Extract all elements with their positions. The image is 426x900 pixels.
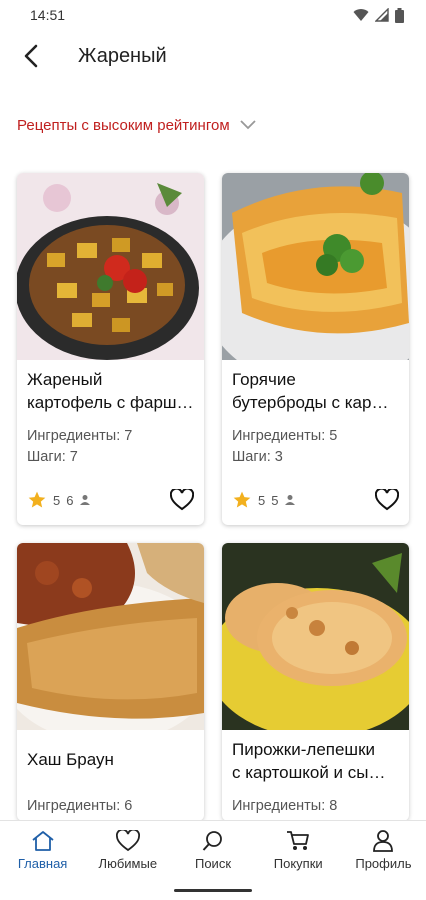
recipe-card[interactable]: Жареный картофель с фарш… Ингредиенты: 7… <box>17 173 204 525</box>
wifi-icon <box>353 9 369 21</box>
nav-label: Поиск <box>194 856 232 871</box>
recipe-card[interactable]: Пирожки-лепешки с картошкой и сы… Ингред… <box>222 543 409 821</box>
recipe-title-line: Горячие <box>232 370 296 389</box>
nav-shopping[interactable]: Покупки <box>256 821 341 880</box>
rating-filter-dropdown[interactable]: Рецепты с высоким рейтингом <box>17 110 256 140</box>
recipe-title: Пирожки-лепешки с картошкой и сы… <box>232 738 402 784</box>
person-icon <box>80 495 91 505</box>
rating-count: 5 <box>271 492 279 508</box>
recipe-card[interactable]: Горячие бутерброды с кар… Ингредиенты: 5… <box>222 173 409 525</box>
recipe-title: Горячие бутерброды с кар… <box>232 368 402 414</box>
battery-icon <box>395 7 404 23</box>
bottom-navigation: Главная Любимые Поиск Покупки Профиль <box>0 820 426 880</box>
arrow-back-icon <box>24 44 38 68</box>
recipe-image <box>17 173 204 360</box>
rating-value: 5 <box>53 492 61 508</box>
heart-icon <box>115 830 140 852</box>
recipe-meta: Ингредиенты: 5 Шаги: 3 <box>232 426 337 468</box>
recipe-image <box>222 543 409 730</box>
page-title: Жареный <box>78 44 167 67</box>
nav-label: Покупки <box>273 856 323 871</box>
app-bar: Жареный <box>0 30 426 82</box>
steps-count: Шаги: 3 <box>232 449 283 465</box>
recipe-title-line: Жареный <box>27 370 103 389</box>
home-icon <box>32 831 54 851</box>
nav-label: Главная <box>17 856 68 871</box>
nav-search[interactable]: Поиск <box>170 821 255 880</box>
home-indicator[interactable] <box>174 889 252 892</box>
ingredients-count: Ингредиенты: 7 <box>27 428 133 444</box>
steps-count: Шаги: 7 <box>27 449 78 465</box>
nav-favorites[interactable]: Любимые <box>85 821 170 880</box>
ingredients-count: Ингредиенты: 5 <box>232 428 338 444</box>
nav-label: Любимые <box>98 856 158 871</box>
recipe-title: Хаш Браун <box>27 748 197 771</box>
recipe-meta: Ингредиенты: 6 <box>27 796 132 817</box>
star-icon <box>28 491 46 508</box>
status-time: 14:51 <box>30 7 66 23</box>
chevron-down-icon <box>240 120 256 130</box>
status-bar: 14:51 <box>0 0 426 30</box>
signal-icon <box>375 8 389 22</box>
recipe-title-line: бутерброды с кар… <box>232 393 389 412</box>
recipe-image <box>222 173 409 360</box>
status-icons <box>353 7 404 23</box>
favorite-button[interactable] <box>170 489 194 511</box>
recipe-title: Жареный картофель с фарш… <box>27 368 197 414</box>
back-button[interactable] <box>0 30 62 82</box>
filter-label: Рецепты с высоким рейтингом <box>17 116 230 134</box>
recipe-title-line: Хаш Браун <box>27 750 114 769</box>
recipe-meta: Ингредиенты: 8 <box>232 796 337 817</box>
recipe-title-line: с картошкой и сы… <box>232 763 386 782</box>
recipe-title-line: картофель с фарш… <box>27 393 194 412</box>
rating-count: 6 <box>66 492 74 508</box>
search-icon <box>202 831 222 851</box>
recipe-title-line: Пирожки-лепешки <box>232 740 376 759</box>
recipe-meta: Ингредиенты: 7 Шаги: 7 <box>27 426 132 468</box>
ingredients-count: Ингредиенты: 8 <box>232 798 338 814</box>
nav-label: Профиль <box>355 856 412 871</box>
card-footer: 5 5 <box>232 487 399 513</box>
card-footer: 5 6 <box>27 487 194 513</box>
rating: 5 5 <box>232 490 296 510</box>
cart-icon <box>287 831 310 850</box>
rating-value: 5 <box>258 492 266 508</box>
ingredients-count: Ингредиенты: 6 <box>27 798 133 814</box>
heart-outline-icon <box>375 489 399 511</box>
recipe-card[interactable]: Хаш Браун Ингредиенты: 6 <box>17 543 204 821</box>
recipe-image <box>17 543 204 730</box>
person-icon <box>285 495 296 505</box>
nav-profile[interactable]: Профиль <box>341 821 426 880</box>
nav-home[interactable]: Главная <box>0 821 85 880</box>
heart-outline-icon <box>170 489 194 511</box>
profile-icon <box>373 830 394 852</box>
star-icon <box>233 491 251 508</box>
favorite-button[interactable] <box>375 489 399 511</box>
rating: 5 6 <box>27 490 91 510</box>
